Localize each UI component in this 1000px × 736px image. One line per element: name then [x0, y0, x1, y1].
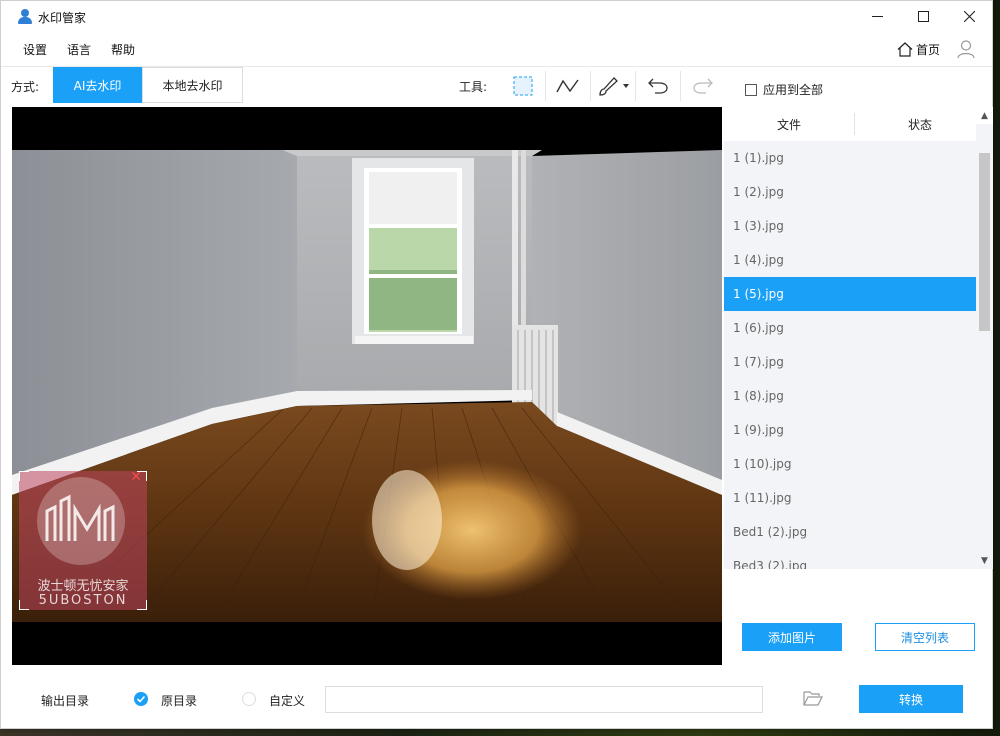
- rect-select-icon: [513, 76, 533, 96]
- column-file: 文件: [776, 117, 801, 132]
- watermark-handle-tl[interactable]: [19, 471, 29, 481]
- list-item[interactable]: 1 (9).jpg: [724, 413, 976, 447]
- brush-tool[interactable]: [591, 70, 635, 102]
- title-bar: 水印管家: [1, 1, 992, 33]
- list-item[interactable]: 1 (1).jpg: [724, 141, 976, 175]
- folder-open-icon[interactable]: [803, 689, 823, 707]
- mode-ai-button[interactable]: AI去水印: [53, 67, 142, 103]
- menu-bar: 设置 语言 帮助 首页: [1, 33, 992, 67]
- list-item[interactable]: 1 (7).jpg: [724, 345, 976, 379]
- apply-all-checkbox[interactable]: [745, 83, 757, 96]
- original-dir-label: 原目录: [161, 694, 198, 708]
- clear-list-button[interactable]: 清空列表: [875, 623, 975, 651]
- list-item[interactable]: 1 (11).jpg: [724, 481, 976, 515]
- watermark-text-cn: 波士顿无忧安家: [37, 579, 129, 594]
- scroll-thumb[interactable]: [979, 153, 990, 331]
- close-button[interactable]: [946, 1, 992, 31]
- list-item[interactable]: 1 (2).jpg: [724, 175, 976, 209]
- menu-language[interactable]: 语言: [67, 41, 91, 58]
- maximize-button[interactable]: [900, 1, 946, 31]
- file-list: 文件 状态 1 (1).jpg 1 (2).jpg 1 (3).jpg 1 (4…: [724, 107, 993, 569]
- home-icon: [897, 42, 913, 57]
- undo-icon: [648, 78, 668, 94]
- watermark-logo-icon: [37, 477, 125, 565]
- scroll-up-icon[interactable]: ▲: [976, 107, 993, 124]
- list-item[interactable]: 1 (4).jpg: [724, 243, 976, 277]
- mode-label: 方式:: [11, 80, 40, 94]
- toolbar: 方式: AI去水印 本地去水印 工具: 应用到全部: [1, 67, 992, 105]
- output-bar: 输出目录 原目录 自定义 转换: [1, 667, 992, 729]
- brush-icon: [599, 77, 629, 96]
- file-list-header: 文件 状态: [724, 107, 993, 141]
- close-icon: [963, 10, 975, 22]
- apply-all-option[interactable]: 应用到全部: [745, 81, 823, 98]
- apply-all-label: 应用到全部: [763, 83, 824, 97]
- list-item[interactable]: 1 (8).jpg: [724, 379, 976, 413]
- window-title: 水印管家: [38, 10, 87, 25]
- watermark-remove-icon[interactable]: ✕: [130, 469, 142, 485]
- convert-button[interactable]: 转换: [859, 685, 963, 713]
- radio-original-dir[interactable]: [134, 692, 148, 706]
- undo-tool[interactable]: [636, 70, 680, 102]
- output-dir-label: 输出目录: [41, 694, 90, 708]
- scroll-down-icon[interactable]: ▼: [976, 552, 993, 569]
- app-window: 水印管家 设置 语言 帮助 首页 方式: AI去水印 本地去水印 工具: 应用到…: [0, 0, 993, 729]
- file-list-scrollbar[interactable]: ▲ ▼: [976, 107, 993, 569]
- tools-label: 工具:: [459, 80, 488, 94]
- list-item-selected[interactable]: 1 (5).jpg: [724, 277, 976, 311]
- check-icon: [136, 695, 146, 703]
- list-item[interactable]: 1 (6).jpg: [724, 311, 976, 345]
- minimize-button[interactable]: [854, 1, 900, 31]
- file-rows: 1 (1).jpg 1 (2).jpg 1 (3).jpg 1 (4).jpg …: [724, 141, 976, 569]
- menu-settings[interactable]: 设置: [23, 41, 47, 58]
- menu-help[interactable]: 帮助: [111, 41, 135, 58]
- image-preview[interactable]: ✕ 波士顿无忧安家 5UBOSTON: [12, 107, 722, 665]
- list-item[interactable]: Bed1 (2).jpg: [724, 515, 976, 549]
- user-avatar-icon[interactable]: [956, 39, 976, 59]
- window-controls: [854, 1, 992, 31]
- watermark-text-en: 5UBOSTON: [38, 593, 128, 608]
- add-image-button[interactable]: 添加图片: [742, 623, 842, 651]
- list-item[interactable]: 1 (3).jpg: [724, 209, 976, 243]
- home-link[interactable]: 首页: [897, 41, 940, 58]
- home-label: 首页: [915, 43, 940, 57]
- custom-dir-label: 自定义: [269, 694, 306, 708]
- app-logo-icon: [18, 9, 32, 25]
- minimize-icon: [871, 15, 883, 17]
- polyline-tool[interactable]: [546, 70, 590, 102]
- mode-local-button[interactable]: 本地去水印: [142, 67, 243, 103]
- column-status: 状态: [907, 117, 932, 132]
- output-path-input[interactable]: [325, 686, 763, 713]
- list-item[interactable]: Bed3 (2).jpg: [724, 549, 976, 569]
- redo-icon: [693, 78, 713, 94]
- rect-select-tool[interactable]: [501, 70, 545, 102]
- watermark-selection[interactable]: ✕ 波士顿无忧安家 5UBOSTON: [19, 469, 147, 610]
- maximize-icon: [917, 10, 929, 22]
- list-item[interactable]: 1 (10).jpg: [724, 447, 976, 481]
- radio-custom-dir[interactable]: [242, 692, 256, 706]
- polyline-icon: [556, 79, 579, 93]
- redo-tool[interactable]: [681, 70, 725, 102]
